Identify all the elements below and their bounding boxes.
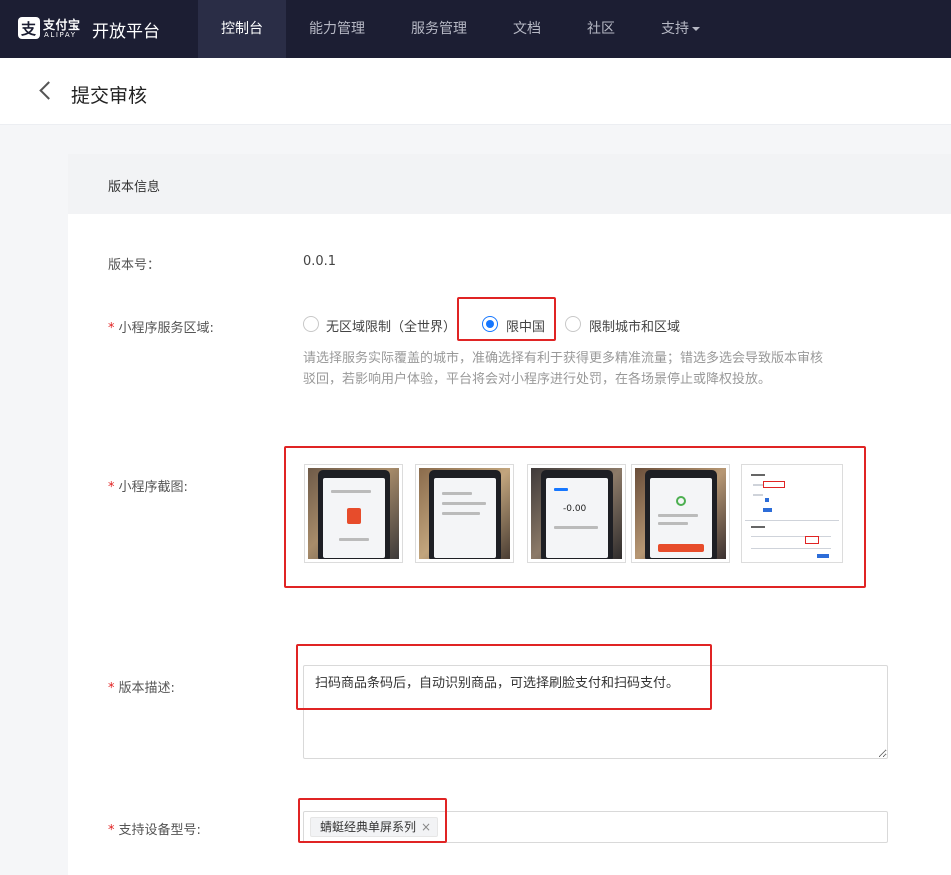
- device-tag: 蜻蜓经典单屏系列 ×: [310, 817, 439, 837]
- card-header: 版本信息: [68, 154, 951, 214]
- required-mark: *: [108, 681, 115, 696]
- nav-item-docs[interactable]: 文档: [513, 0, 541, 58]
- version-info-card: 版本信息 版本号： 0.0.1 * 小程序服务区域: 无区域限制（全世界） 限中国…: [68, 154, 951, 875]
- device-model-select[interactable]: 蜻蜓经典单屏系列 ×: [303, 811, 888, 843]
- screenshot-thumb[interactable]: -0.00: [527, 464, 626, 563]
- radio-no-limit-label[interactable]: 无区域限制（全世界）: [326, 316, 456, 335]
- required-mark: *: [108, 823, 115, 838]
- top-nav: 支 支付宝 ALIPAY 开放平台 控制台 能力管理 服务管理 文档 社区 支持: [0, 0, 951, 58]
- region-label: * 小程序服务区域:: [108, 321, 214, 336]
- screenshot-thumb[interactable]: [304, 464, 403, 563]
- radio-city-limit[interactable]: [565, 316, 581, 332]
- radio-china-only-label[interactable]: 限中国: [506, 316, 545, 335]
- brand-name-en: ALIPAY: [44, 31, 77, 39]
- radio-city-limit-label[interactable]: 限制城市和区域: [589, 316, 680, 335]
- screenshots-label: * 小程序截图:: [108, 480, 188, 495]
- nav-item-capability[interactable]: 能力管理: [309, 0, 365, 58]
- required-mark: *: [108, 480, 115, 495]
- alipay-logo-icon: 支: [18, 17, 40, 39]
- devices-label: * 支持设备型号:: [108, 823, 201, 838]
- close-icon[interactable]: ×: [421, 820, 431, 834]
- nav-item-console[interactable]: 控制台: [198, 0, 286, 58]
- version-label: 版本号：: [108, 258, 161, 273]
- page-title: 提交审核: [71, 85, 148, 107]
- screen-amount: -0.00: [563, 504, 587, 514]
- screenshot-thumb[interactable]: [415, 464, 514, 563]
- screenshot-thumb[interactable]: [631, 464, 730, 563]
- description-label: * 版本描述:: [108, 681, 175, 696]
- nav-item-service[interactable]: 服务管理: [411, 0, 467, 58]
- radio-china-only[interactable]: [482, 316, 498, 332]
- required-mark: *: [108, 321, 115, 336]
- platform-title[interactable]: 开放平台: [92, 17, 160, 42]
- chevron-left-icon[interactable]: [39, 81, 58, 100]
- section-title: 版本信息: [108, 180, 161, 195]
- region-hint: 请选择服务实际覆盖的城市，准确选择有利于获得更多精准流量；错选多选会导致版本审核…: [303, 351, 824, 387]
- page-header: 提交审核: [0, 58, 951, 125]
- version-value: 0.0.1: [303, 254, 337, 269]
- nav-item-support[interactable]: 支持: [661, 0, 700, 58]
- description-textarea[interactable]: 扫码商品条码后，自动识别商品，可选择刷脸支付和扫码支付。: [303, 665, 888, 759]
- chevron-down-icon: [692, 27, 700, 31]
- nav-item-community[interactable]: 社区: [587, 0, 615, 58]
- screenshot-thumb[interactable]: [741, 464, 843, 563]
- radio-no-limit[interactable]: [303, 316, 319, 332]
